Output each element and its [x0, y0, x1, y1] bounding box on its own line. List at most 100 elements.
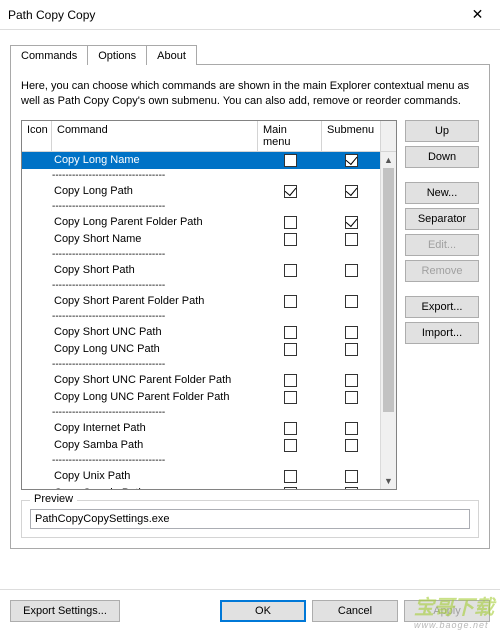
row-command-label: Copy Short UNC Path — [52, 326, 258, 338]
table-row[interactable]: Copy Unix Path — [22, 468, 396, 485]
table-row[interactable]: Copy Long Path — [22, 183, 396, 200]
table-row[interactable]: Copy Long UNC Parent Folder Path — [22, 389, 396, 406]
main-menu-checkbox[interactable] — [284, 154, 297, 167]
submenu-checkbox[interactable] — [345, 343, 358, 356]
row-command-label: Copy Cygwin Path — [52, 487, 258, 489]
table-row[interactable]: Copy Samba Path — [22, 437, 396, 454]
row-command-label: Copy Long Name — [52, 154, 258, 166]
submenu-checkbox[interactable] — [345, 422, 358, 435]
main-menu-checkbox[interactable] — [284, 326, 297, 339]
table-row[interactable]: Copy Short Name — [22, 231, 396, 248]
row-command-label: Copy Internet Path — [52, 422, 258, 434]
table-row[interactable]: Copy Short UNC Parent Folder Path — [22, 372, 396, 389]
table-row[interactable]: Copy Long Name — [22, 152, 396, 169]
tab-commands[interactable]: Commands — [10, 45, 88, 65]
table-row[interactable]: Copy Short Parent Folder Path — [22, 293, 396, 310]
header-scroll-spacer — [380, 121, 396, 151]
submenu-checkbox[interactable] — [345, 154, 358, 167]
tab-panel: Here, you can choose which commands are … — [10, 65, 490, 549]
preview-input[interactable] — [30, 509, 470, 529]
separator-row[interactable]: ---------------------------------- — [22, 406, 396, 420]
separator-row[interactable]: ---------------------------------- — [22, 358, 396, 372]
edit-button[interactable]: Edit... — [405, 234, 479, 256]
main-menu-cell — [258, 216, 322, 229]
scroll-thumb[interactable] — [383, 168, 394, 412]
scroll-track[interactable] — [381, 168, 396, 473]
separator-row[interactable]: ---------------------------------- — [22, 310, 396, 324]
export-settings-button[interactable]: Export Settings... — [10, 600, 120, 622]
titlebar: Path Copy Copy ✕ — [0, 0, 500, 30]
main-menu-checkbox[interactable] — [284, 391, 297, 404]
main-menu-cell — [258, 343, 322, 356]
table-row[interactable]: Copy Short Path — [22, 262, 396, 279]
main-menu-cell — [258, 295, 322, 308]
main-menu-checkbox[interactable] — [284, 295, 297, 308]
main-menu-checkbox[interactable] — [284, 216, 297, 229]
submenu-checkbox[interactable] — [345, 185, 358, 198]
grid-rows: Copy Long Name --------------------------… — [22, 152, 396, 489]
table-row[interactable]: Copy Short UNC Path — [22, 324, 396, 341]
up-button[interactable]: Up — [405, 120, 479, 142]
down-button[interactable]: Down — [405, 146, 479, 168]
separator-row[interactable]: ---------------------------------- — [22, 169, 396, 183]
separator-button[interactable]: Separator — [405, 208, 479, 230]
scroll-up-button[interactable]: ▲ — [381, 152, 396, 168]
main-menu-checkbox[interactable] — [284, 185, 297, 198]
main-row: Icon Command Main menu Submenu Copy Long… — [21, 120, 479, 490]
new-button[interactable]: New... — [405, 182, 479, 204]
export-button[interactable]: Export... — [405, 296, 479, 318]
close-button[interactable]: ✕ — [455, 0, 500, 30]
scroll-down-button[interactable]: ▼ — [381, 473, 396, 489]
submenu-checkbox[interactable] — [345, 326, 358, 339]
main-menu-checkbox[interactable] — [284, 487, 297, 489]
separator-row[interactable]: ---------------------------------- — [22, 200, 396, 214]
import-button[interactable]: Import... — [405, 322, 479, 344]
header-command[interactable]: Command — [52, 121, 258, 151]
separator-row[interactable]: ---------------------------------- — [22, 279, 396, 293]
main-menu-cell — [258, 233, 322, 246]
submenu-cell — [322, 185, 380, 198]
main-menu-checkbox[interactable] — [284, 374, 297, 387]
submenu-checkbox[interactable] — [345, 295, 358, 308]
apply-button[interactable]: Apply — [404, 600, 490, 622]
submenu-checkbox[interactable] — [345, 374, 358, 387]
table-row[interactable]: Copy Internet Path — [22, 420, 396, 437]
submenu-checkbox[interactable] — [345, 216, 358, 229]
row-command-label: Copy Long Path — [52, 185, 258, 197]
main-menu-checkbox[interactable] — [284, 422, 297, 435]
header-submenu[interactable]: Submenu — [322, 121, 380, 151]
row-command-label: Copy Short UNC Parent Folder Path — [52, 374, 258, 386]
submenu-checkbox[interactable] — [345, 264, 358, 277]
main-menu-checkbox[interactable] — [284, 264, 297, 277]
main-menu-checkbox[interactable] — [284, 343, 297, 356]
table-row[interactable]: Copy Long UNC Path — [22, 341, 396, 358]
submenu-checkbox[interactable] — [345, 487, 358, 489]
submenu-cell — [322, 487, 380, 489]
main-menu-checkbox[interactable] — [284, 439, 297, 452]
submenu-checkbox[interactable] — [345, 391, 358, 404]
main-menu-checkbox[interactable] — [284, 470, 297, 483]
row-command-label: Copy Short Path — [52, 264, 258, 276]
main-menu-cell — [258, 439, 322, 452]
main-menu-checkbox[interactable] — [284, 233, 297, 246]
row-command-label: Copy Short Name — [52, 233, 258, 245]
submenu-cell — [322, 391, 380, 404]
table-row[interactable]: Copy Cygwin Path — [22, 485, 396, 489]
commands-grid[interactable]: Icon Command Main menu Submenu Copy Long… — [21, 120, 397, 490]
submenu-checkbox[interactable] — [345, 470, 358, 483]
submenu-checkbox[interactable] — [345, 439, 358, 452]
header-icon[interactable]: Icon — [22, 121, 52, 151]
submenu-cell — [322, 326, 380, 339]
separator-row[interactable]: ---------------------------------- — [22, 454, 396, 468]
table-row[interactable]: Copy Long Parent Folder Path — [22, 214, 396, 231]
vertical-scrollbar[interactable]: ▲ ▼ — [380, 152, 396, 489]
header-main-menu[interactable]: Main menu — [258, 121, 322, 151]
tab-options[interactable]: Options — [87, 45, 147, 65]
submenu-checkbox[interactable] — [345, 233, 358, 246]
ok-button[interactable]: OK — [220, 600, 306, 622]
cancel-button[interactable]: Cancel — [312, 600, 398, 622]
separator-row[interactable]: ---------------------------------- — [22, 248, 396, 262]
row-command-label: Copy Unix Path — [52, 470, 258, 482]
tab-about[interactable]: About — [146, 45, 197, 65]
remove-button[interactable]: Remove — [405, 260, 479, 282]
